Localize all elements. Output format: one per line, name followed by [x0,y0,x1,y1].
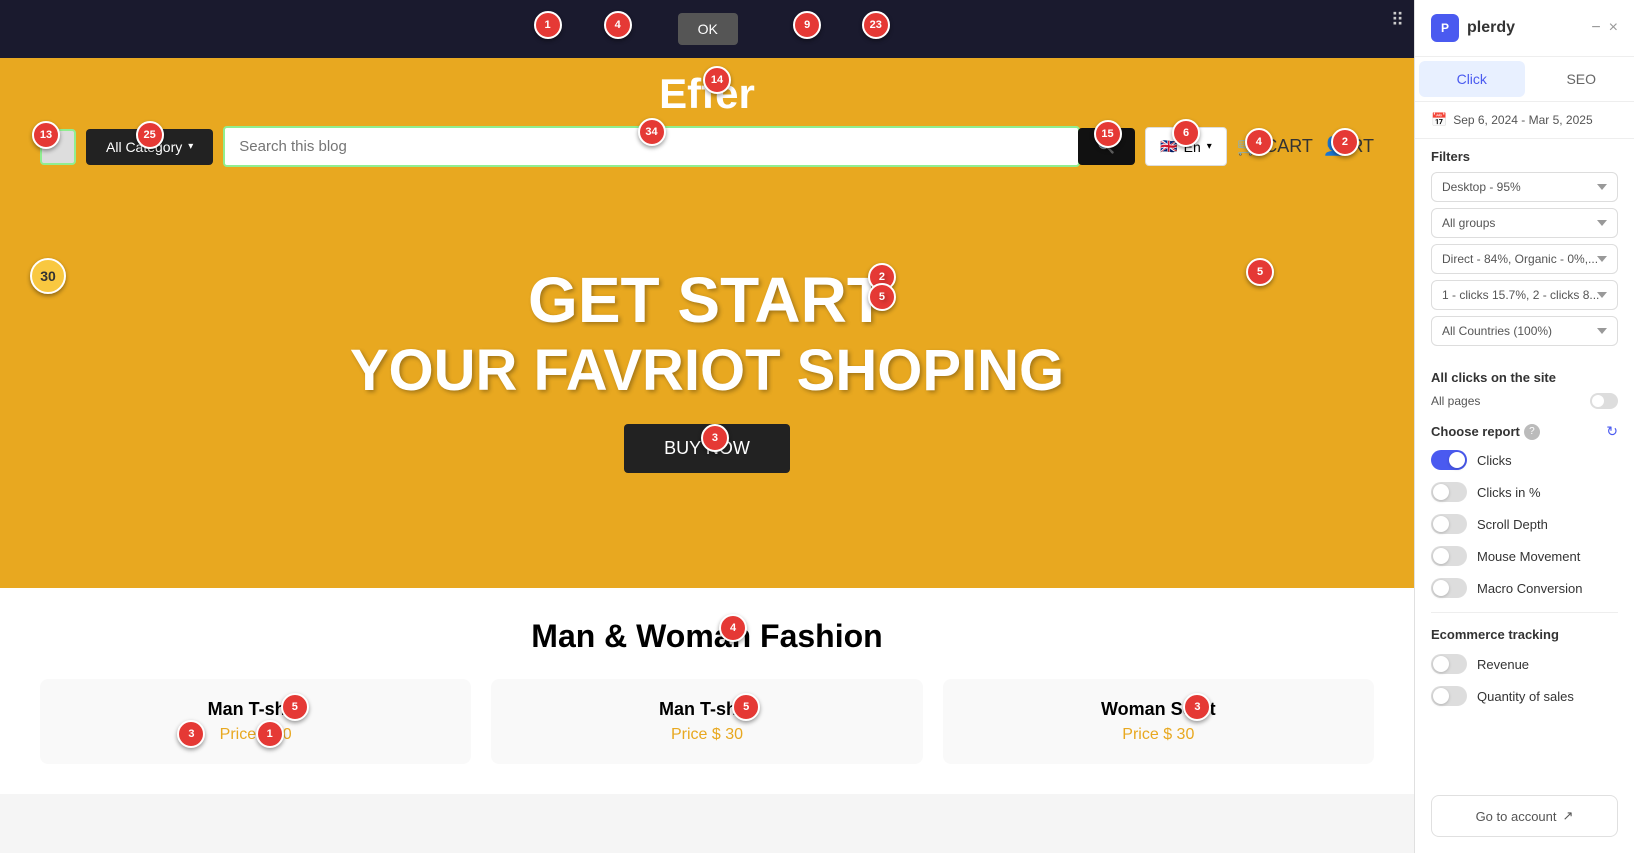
scroll-depth-label: Scroll Depth [1477,517,1548,532]
section-badge: 4 [719,614,747,642]
choose-report-row: Choose report ? ↻ [1415,417,1634,444]
info-icon[interactable]: ? [1524,424,1540,440]
grid-dots-icon[interactable]: ⠿ [1391,10,1404,31]
cart-badge: 4 [1245,128,1273,156]
plerdy-logo-icon: P [1431,14,1459,42]
refresh-icon[interactable]: ↻ [1606,423,1618,440]
category-badge: 25 [136,121,164,149]
nav-item-ok[interactable]: OK [678,13,738,45]
nav-item-c[interactable]: C 4 [608,21,618,37]
nav-badge-1: 1 [534,11,562,39]
right-panel: P plerdy − × Click SEO 📅 Sep 6, 2024 - M… [1414,0,1634,853]
report-option-scroll-depth: Scroll Depth [1415,508,1634,540]
product-name-2: Man T-shirt 5 [511,699,902,720]
product-price-1: Price $ 30 3 1 [60,726,451,744]
product-name-1: Man T-shirt 5 [60,699,451,720]
product-card-3: Woman Scart 3 Price $ 30 [943,679,1374,764]
hero-title-2: YOUR FAVRIOT SHOPING [350,337,1064,404]
macro-conversion-toggle[interactable] [1431,578,1467,598]
filters-title: Filters [1431,149,1618,164]
report-option-clicks-percent: Clicks in % [1415,476,1634,508]
nav-item-t[interactable]: T 23 [867,21,876,37]
nav-badge-4: 23 [862,11,890,39]
product-price-2: Price $ 30 [511,726,902,744]
traffic-filter[interactable]: Direct - 84%, Organic - 0%,... [1431,244,1618,274]
panel-minimize-button[interactable]: − [1591,19,1600,37]
mouse-movement-label: Mouse Movement [1477,549,1580,564]
report-option-mouse-movement: Mouse Movement [1415,540,1634,572]
section-title: Man & Woman Fashion 4 [40,618,1374,655]
hero-logo: Effer 14 [659,70,755,118]
left-menu-badge: 13 [32,121,60,149]
all-clicks-label: All clicks on the site [1415,362,1634,389]
all-pages-label: All pages [1431,394,1480,408]
product-price-3: Price $ 30 [963,726,1354,744]
country-filter[interactable]: All Countries (100%) [1431,316,1618,346]
external-link-icon: ↗ [1563,808,1574,824]
report-option-revenue: Revenue [1415,648,1634,680]
product3-name-badge: 3 [1183,693,1211,721]
macro-conversion-label: Macro Conversion [1477,581,1583,596]
buy-now-badge: 3 [701,424,729,452]
panel-logo: P plerdy [1431,14,1515,42]
product-card-2: Man T-shirt 5 Price $ 30 [491,679,922,764]
divider [1431,612,1618,613]
nav-badge-3: 9 [793,11,821,39]
cart-icons: 🛒 CART 4 👤 RT 2 [1237,136,1374,157]
revenue-label: Revenue [1477,657,1529,672]
device-filter[interactable]: Desktop - 95% [1431,172,1618,202]
clicks-label: Clicks [1477,453,1512,468]
filters-section: Filters Desktop - 95% All groups Direct … [1415,139,1634,362]
product-name-3: Woman Scart 3 [963,699,1354,720]
all-pages-toggle[interactable] [1590,393,1618,409]
quantity-label: Quantity of sales [1477,689,1574,704]
calendar-icon: 📅 [1431,112,1447,128]
product-card-1: Man T-shirt 5 Price $ 30 3 1 [40,679,471,764]
product1-name-badge: 5 [281,693,309,721]
choose-report-label: Choose report [1431,424,1520,439]
clicks-percent-label: Clicks in % [1477,485,1541,500]
revenue-toggle[interactable] [1431,654,1467,674]
scroll-depth-toggle[interactable] [1431,514,1467,534]
clicks-percent-toggle[interactable] [1431,482,1467,502]
go-to-account-button[interactable]: Go to account ↗ [1431,795,1618,837]
nav-item-k[interactable]: K 9 [798,21,807,37]
hero-right-badge: 5 [1246,258,1274,286]
user-badge: 2 [1331,128,1359,156]
mouse-movement-toggle[interactable] [1431,546,1467,566]
hero-text-area: GET START 2 5 YOUR FAVRIOT SHOPING BUY N… [350,147,1064,588]
hero-title-1: GET START 2 5 [528,263,886,337]
tab-click[interactable]: Click [1419,61,1525,97]
search-badge: 34 [638,118,666,146]
products-section: Man & Woman Fashion 4 Man T-shirt 5 Pric… [0,588,1414,794]
lang-badge: 6 [1172,119,1200,147]
products-grid: Man T-shirt 5 Price $ 30 3 1 Man T-shirt… [40,679,1374,764]
all-pages-row: All pages [1415,389,1634,417]
product1-price-badge2: 1 [256,720,284,748]
product2-name-badge: 5 [732,693,760,721]
main-content: ⠿ E 1 C 4 OK K 9 T 23 Effer 14 [0,0,1414,853]
ecommerce-title: Ecommerce tracking [1415,621,1634,648]
tab-seo[interactable]: SEO [1529,57,1634,101]
clicks-toggle[interactable] [1431,450,1467,470]
search-btn-badge: 15 [1094,120,1122,148]
date-range-selector[interactable]: 📅 Sep 6, 2024 - Mar 5, 2025 [1415,102,1634,139]
product1-price-badge1: 3 [177,720,205,748]
hero-left-badge: 30 [30,258,66,294]
hero-section: Effer 14 13 All Category ▾ 25 34 [0,58,1414,588]
report-option-quantity: Quantity of sales [1415,680,1634,712]
panel-close-button[interactable]: × [1609,19,1618,37]
clicks-filter[interactable]: 1 - clicks 15.7%, 2 - clicks 8... [1431,280,1618,310]
groups-filter[interactable]: All groups [1431,208,1618,238]
quantity-toggle[interactable] [1431,686,1467,706]
hero-badge-2: 5 [868,283,896,311]
top-nav: E 1 C 4 OK K 9 T 23 [0,0,1414,58]
report-option-macro-conversion: Macro Conversion [1415,572,1634,604]
panel-header: P plerdy − × [1415,0,1634,57]
report-option-clicks: Clicks [1415,444,1634,476]
nav-badge-2: 4 [604,11,632,39]
panel-tabs: Click SEO [1415,57,1634,102]
logo-badge: 14 [703,66,731,94]
nav-item-e[interactable]: E 1 [538,21,547,37]
